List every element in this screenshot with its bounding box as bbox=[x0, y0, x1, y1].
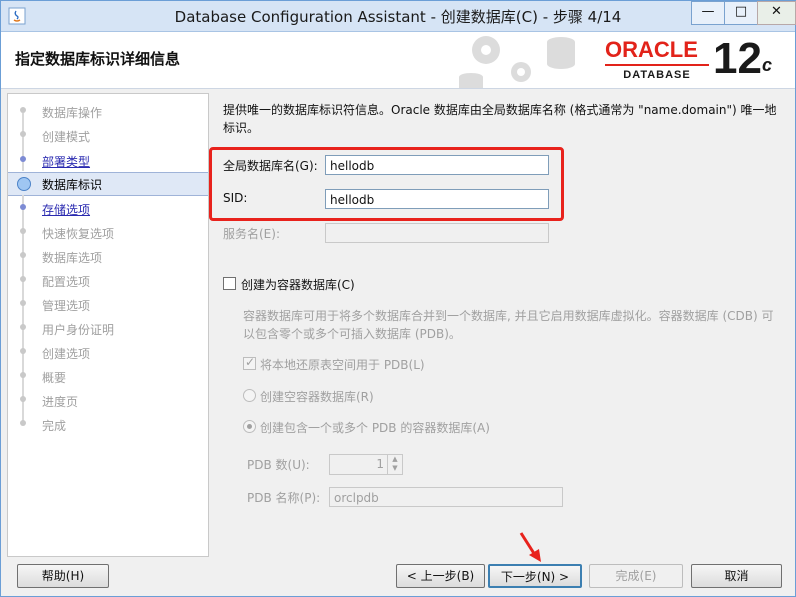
empty-cdb-label: 创建空容器数据库(R) bbox=[260, 390, 374, 404]
step-deployment-type[interactable]: 部署类型 bbox=[8, 146, 208, 171]
next-button[interactable]: 下一步(N) > bbox=[488, 564, 582, 588]
step-label: 完成 bbox=[42, 419, 67, 433]
title-bar[interactable]: Database Configuration Assistant - 创建数据库… bbox=[1, 1, 796, 32]
gears-decoration-icon bbox=[459, 36, 575, 88]
step-label: 进度页 bbox=[42, 395, 79, 409]
step-database-operation: 数据库操作 bbox=[8, 100, 208, 124]
step-storage-option[interactable]: 存储选项 bbox=[8, 195, 208, 219]
create-cdb-label[interactable]: 创建为容器数据库(C) bbox=[241, 276, 355, 293]
step-dot-icon bbox=[20, 276, 26, 282]
annotation-arrow-icon bbox=[519, 532, 541, 562]
page-header: 指定数据库标识详细信息 ORACLE DATABASE 12c bbox=[1, 32, 795, 89]
version-suffix: c bbox=[761, 55, 772, 75]
step-dot-icon bbox=[20, 420, 26, 426]
step-label: 数据库标识 bbox=[42, 178, 103, 192]
pdb-count-label: PDB 数(U): bbox=[247, 458, 310, 472]
step-dot-icon bbox=[20, 228, 26, 234]
step-dot-icon bbox=[20, 348, 26, 354]
version-number: 12 bbox=[713, 34, 762, 83]
pdb-count-spinner: 1 ▲ ▼ bbox=[329, 454, 403, 475]
oracle-database-label: DATABASE bbox=[605, 64, 709, 81]
step-label[interactable]: 存储选项 bbox=[42, 201, 90, 218]
service-name-label: 服务名(E): bbox=[223, 227, 280, 241]
local-undo-label: 将本地还原表空间用于 PDB(L) bbox=[260, 358, 425, 372]
cdb-description-text: 容器数据库可用于将多个数据库合并到一个数据库, 并且它启用数据库虚拟化。容器数据… bbox=[243, 309, 774, 341]
oracle-wordmark: ORACLE bbox=[605, 37, 698, 62]
step-label: 快速恢复选项 bbox=[42, 227, 115, 241]
step-label: 用户身份证明 bbox=[42, 323, 115, 337]
step-label: 概要 bbox=[42, 371, 67, 385]
pdb-count-value: 1 bbox=[376, 457, 384, 471]
maximize-button[interactable]: □ bbox=[724, 1, 758, 25]
step-label: 配置选项 bbox=[42, 275, 91, 289]
cdb-with-pdb-radio bbox=[243, 420, 256, 433]
step-creation-mode: 创建模式 bbox=[8, 122, 208, 146]
step-dot-icon bbox=[20, 131, 26, 137]
oracle-logo: ORACLE DATABASE bbox=[605, 38, 709, 81]
step-database-options: 数据库选项 bbox=[8, 243, 208, 267]
step-progress-page: 进度页 bbox=[8, 387, 208, 411]
step-dot-icon bbox=[20, 156, 26, 162]
service-name-input bbox=[325, 223, 549, 243]
step-label: 管理选项 bbox=[42, 299, 91, 313]
window-title: Database Configuration Assistant - 创建数据库… bbox=[174, 8, 622, 26]
step-label: 数据库选项 bbox=[42, 251, 103, 265]
help-button[interactable]: 帮助(H) bbox=[17, 564, 109, 588]
pdb-name-input: orclpdb bbox=[329, 487, 563, 507]
step-creation-option: 创建选项 bbox=[8, 339, 208, 363]
annotation-highlight-box bbox=[209, 147, 564, 221]
checkmark-icon: ✓ bbox=[245, 355, 256, 369]
step-label: 创建模式 bbox=[42, 130, 91, 144]
spinner-arrows: ▲ ▼ bbox=[387, 455, 402, 474]
cancel-button[interactable]: 取消 bbox=[691, 564, 782, 588]
create-cdb-checkbox[interactable] bbox=[223, 277, 236, 290]
back-button[interactable]: < 上一步(B) bbox=[396, 564, 485, 588]
dbca-window: Database Configuration Assistant - 创建数据库… bbox=[0, 0, 796, 597]
step-configuration-options: 配置选项 bbox=[8, 267, 208, 291]
step-dot-icon bbox=[20, 252, 26, 258]
step-label: 数据库操作 bbox=[42, 106, 103, 120]
step-label: 创建选项 bbox=[42, 347, 91, 361]
step-dot-icon bbox=[20, 372, 26, 378]
current-step-icon bbox=[17, 177, 31, 191]
chevron-down-icon: ▼ bbox=[392, 464, 398, 472]
step-management-options: 管理选项 bbox=[8, 291, 208, 315]
chevron-up-icon: ▲ bbox=[392, 455, 398, 463]
page-title: 指定数据库标识详细信息 bbox=[15, 50, 181, 68]
step-dot-icon bbox=[20, 324, 26, 330]
empty-cdb-radio bbox=[243, 389, 256, 402]
version-badge: 12c bbox=[713, 34, 772, 84]
step-dot-icon bbox=[20, 300, 26, 306]
pdb-name-label: PDB 名称(P): bbox=[247, 491, 321, 505]
step-label[interactable]: 部署类型 bbox=[42, 153, 90, 170]
step-fast-recovery-option: 快速恢复选项 bbox=[8, 219, 208, 243]
step-dot-icon bbox=[20, 204, 26, 210]
minimize-button[interactable]: — bbox=[691, 1, 725, 25]
steps-sidebar: 数据库操作 创建模式 部署类型 数据库标识 存储选项 快速恢复选项 数据库选项 bbox=[7, 93, 209, 557]
finish-button: 完成(E) bbox=[589, 564, 683, 588]
step-finish: 完成 bbox=[8, 411, 208, 435]
step-summary: 概要 bbox=[8, 363, 208, 387]
step-dot-icon bbox=[20, 396, 26, 402]
description-text: 提供唯一的数据库标识符信息。Oracle 数据库由全局数据库名称 (格式通常为 … bbox=[223, 103, 777, 135]
step-database-identification[interactable]: 数据库标识 bbox=[8, 172, 208, 196]
cdb-with-pdb-label: 创建包含一个或多个 PDB 的容器数据库(A) bbox=[260, 421, 490, 435]
step-user-credentials: 用户身份证明 bbox=[8, 315, 208, 339]
close-button[interactable]: ✕ bbox=[757, 1, 796, 25]
local-undo-checkbox: ✓ bbox=[243, 355, 256, 370]
step-dot-icon bbox=[20, 107, 26, 113]
